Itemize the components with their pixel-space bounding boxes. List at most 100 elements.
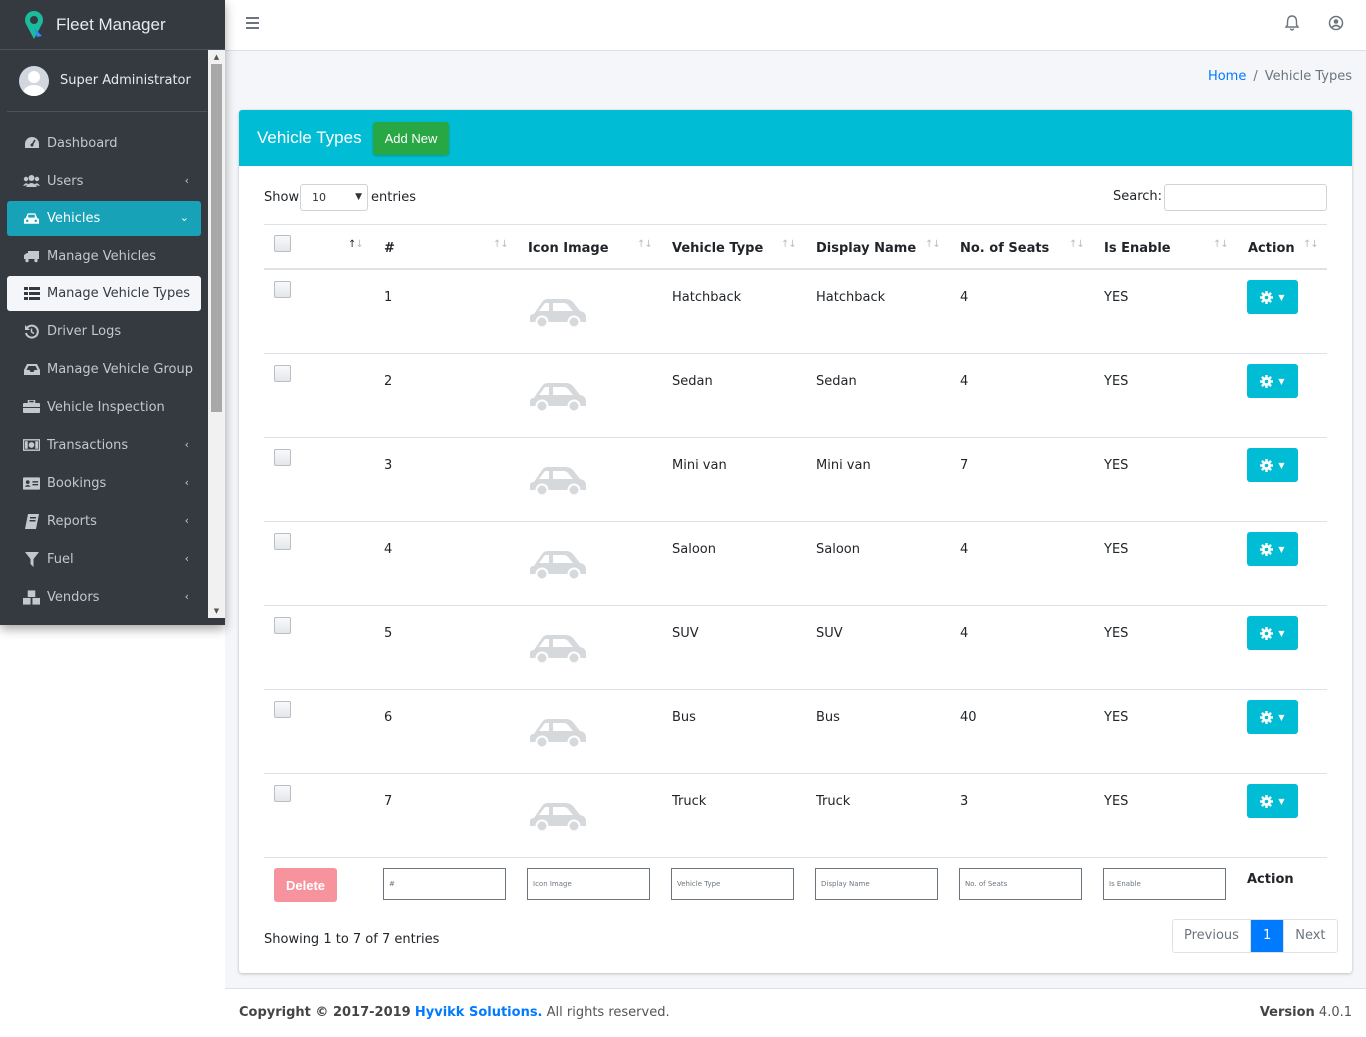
brand[interactable]: Fleet Manager: [0, 0, 225, 50]
sidebar-item-bookings[interactable]: Bookings ‹: [7, 464, 201, 502]
filter-is-enable-input[interactable]: Is Enable: [1103, 868, 1226, 900]
row-checkbox[interactable]: [274, 701, 291, 718]
book-icon: [23, 513, 40, 529]
cell-id: 1: [384, 290, 393, 305]
row-checkbox[interactable]: [274, 281, 291, 298]
sidebar-item-label: Manage Vehicle Group: [47, 361, 193, 377]
next-page-button[interactable]: Next: [1283, 920, 1336, 952]
scroll-up-icon[interactable]: ▲: [208, 50, 225, 64]
sort-icon[interactable]: ↑↓: [1303, 239, 1319, 250]
filter-seats-input[interactable]: No. of Seats: [959, 868, 1082, 900]
page-button[interactable]: 1: [1250, 920, 1284, 952]
caret-down-icon: ▼: [1278, 460, 1285, 470]
scroll-down-icon[interactable]: ▼: [208, 604, 225, 618]
row-action-button[interactable]: ▼: [1247, 700, 1298, 734]
sidebar-item-manage-vehicles[interactable]: Manage Vehicles: [7, 237, 201, 275]
filter-icon-image-input[interactable]: Icon Image: [527, 868, 650, 900]
table-row: 3 Mini van Mini van 7 YES ▼: [264, 438, 1327, 522]
sort-icon[interactable]: ↑↓: [1069, 239, 1085, 250]
caret-down-icon: ▼: [355, 192, 362, 202]
column-header-id[interactable]: #: [384, 241, 395, 256]
caret-down-icon: ▼: [1278, 628, 1285, 638]
column-header-vehicle-type[interactable]: Vehicle Type: [672, 241, 763, 256]
breadcrumb-home-link[interactable]: Home: [1208, 69, 1246, 84]
sidebar-item-users[interactable]: Users ‹: [7, 162, 201, 200]
car-icon: [528, 714, 588, 750]
previous-page-button[interactable]: Previous: [1173, 920, 1251, 952]
sidebar-item-driver-logs[interactable]: Driver Logs: [7, 312, 201, 350]
row-action-button[interactable]: ▼: [1247, 448, 1298, 482]
vehicle-types-table: ↑↓ # ↑↓ Icon Image ↑↓ Vehicle Type ↑↓ Di…: [264, 224, 1327, 914]
row-checkbox[interactable]: [274, 617, 291, 634]
column-header-action[interactable]: Action: [1248, 241, 1295, 256]
sort-icon[interactable]: ↑↓: [1213, 239, 1229, 250]
menu-toggle-icon[interactable]: [246, 17, 259, 29]
cell-display-name: Hatchback: [816, 290, 886, 305]
sidebar-scrollbar[interactable]: ▲ ▼: [208, 50, 225, 618]
sort-icon[interactable]: ↑↓: [781, 239, 797, 250]
sort-icon[interactable]: ↑↓: [637, 239, 653, 250]
row-checkbox[interactable]: [274, 533, 291, 550]
car-icon: [528, 462, 588, 498]
row-checkbox[interactable]: [274, 449, 291, 466]
row-action-button[interactable]: ▼: [1247, 280, 1298, 314]
delete-button[interactable]: Delete: [274, 868, 337, 902]
inbox-icon: [23, 361, 40, 377]
column-header-seats[interactable]: No. of Seats: [960, 241, 1049, 256]
row-checkbox[interactable]: [274, 365, 291, 382]
cell-vehicle-type: Mini van: [672, 458, 727, 473]
sort-icon[interactable]: ↑↓: [348, 239, 364, 250]
table-row: 6 Bus Bus 40 YES ▼: [264, 690, 1327, 774]
sidebar-item-transactions[interactable]: Transactions ‹: [7, 426, 201, 464]
avatar: [19, 65, 49, 96]
user-panel[interactable]: Super Administrator: [7, 50, 207, 112]
sidebar-item-dashboard[interactable]: Dashboard: [7, 124, 201, 162]
sidebar-item-vehicle-inspection[interactable]: Vehicle Inspection: [7, 388, 201, 426]
search-input[interactable]: [1164, 184, 1327, 211]
row-action-button[interactable]: ▼: [1247, 364, 1298, 398]
filter-id-input[interactable]: #: [383, 868, 506, 900]
caret-down-icon: ▼: [1278, 292, 1285, 302]
select-all-checkbox[interactable]: [274, 235, 291, 252]
brand-name: Fleet Manager: [56, 14, 166, 34]
sidebar-item-reports[interactable]: Reports ‹: [7, 502, 201, 540]
add-new-button[interactable]: Add New: [372, 121, 450, 155]
car-icon: [23, 211, 40, 227]
sidebar-item-vendors[interactable]: Vendors ‹: [7, 578, 201, 616]
table-body: 1 Hatchback Hatchback 4 YES ▼ 2 Sedan Sedan 4 YES ▼…: [264, 270, 1327, 858]
column-header-is-enable[interactable]: Is Enable: [1104, 241, 1171, 256]
cell-vehicle-type: Bus: [672, 710, 696, 725]
caret-down-icon: ▼: [1278, 544, 1285, 554]
bell-icon[interactable]: [1285, 15, 1299, 31]
row-checkbox[interactable]: [274, 785, 291, 802]
sidebar-item-vehicles[interactable]: Vehicles ⌄: [7, 201, 201, 236]
cell-display-name: Sedan: [816, 374, 857, 389]
page-size-select[interactable]: 10 ▼: [300, 184, 368, 211]
footer-action-label: Action: [1247, 872, 1294, 887]
table-controls: Show 10 ▼ entries Search:: [264, 184, 1327, 212]
row-action-button[interactable]: ▼: [1247, 616, 1298, 650]
brand-logo-icon: [25, 10, 43, 39]
sort-icon[interactable]: ↑↓: [493, 239, 509, 250]
sort-icon[interactable]: ↑↓: [925, 239, 941, 250]
user-circle-icon[interactable]: [1328, 15, 1344, 31]
row-action-button[interactable]: ▼: [1247, 784, 1298, 818]
cell-is-enable: YES: [1104, 290, 1129, 305]
cell-id: 3: [384, 458, 393, 473]
row-action-button[interactable]: ▼: [1247, 532, 1298, 566]
filter-vehicle-type-input[interactable]: Vehicle Type: [671, 868, 794, 900]
cell-id: 4: [384, 542, 393, 557]
sidebar-item-fuel[interactable]: Fuel ‹: [7, 540, 201, 578]
column-header-display-name[interactable]: Display Name: [816, 241, 916, 256]
company-link[interactable]: Hyvikk Solutions.: [415, 1005, 543, 1020]
scroll-thumb[interactable]: [211, 64, 222, 412]
sidebar-item-manage-vehicle-group[interactable]: Manage Vehicle Group: [7, 350, 201, 388]
column-header-icon-image[interactable]: Icon Image: [528, 241, 609, 256]
filter-display-name-input[interactable]: Display Name: [815, 868, 938, 900]
sidebar-item-label: Vehicle Inspection: [47, 399, 165, 415]
sidebar-item-manage-vehicle-types[interactable]: Manage Vehicle Types: [7, 276, 201, 311]
rights-text: All rights reserved.: [546, 1005, 670, 1020]
breadcrumb-separator: /: [1253, 69, 1258, 84]
chevron-left-icon: ‹: [184, 514, 189, 527]
search-label: Search:: [1113, 189, 1163, 204]
